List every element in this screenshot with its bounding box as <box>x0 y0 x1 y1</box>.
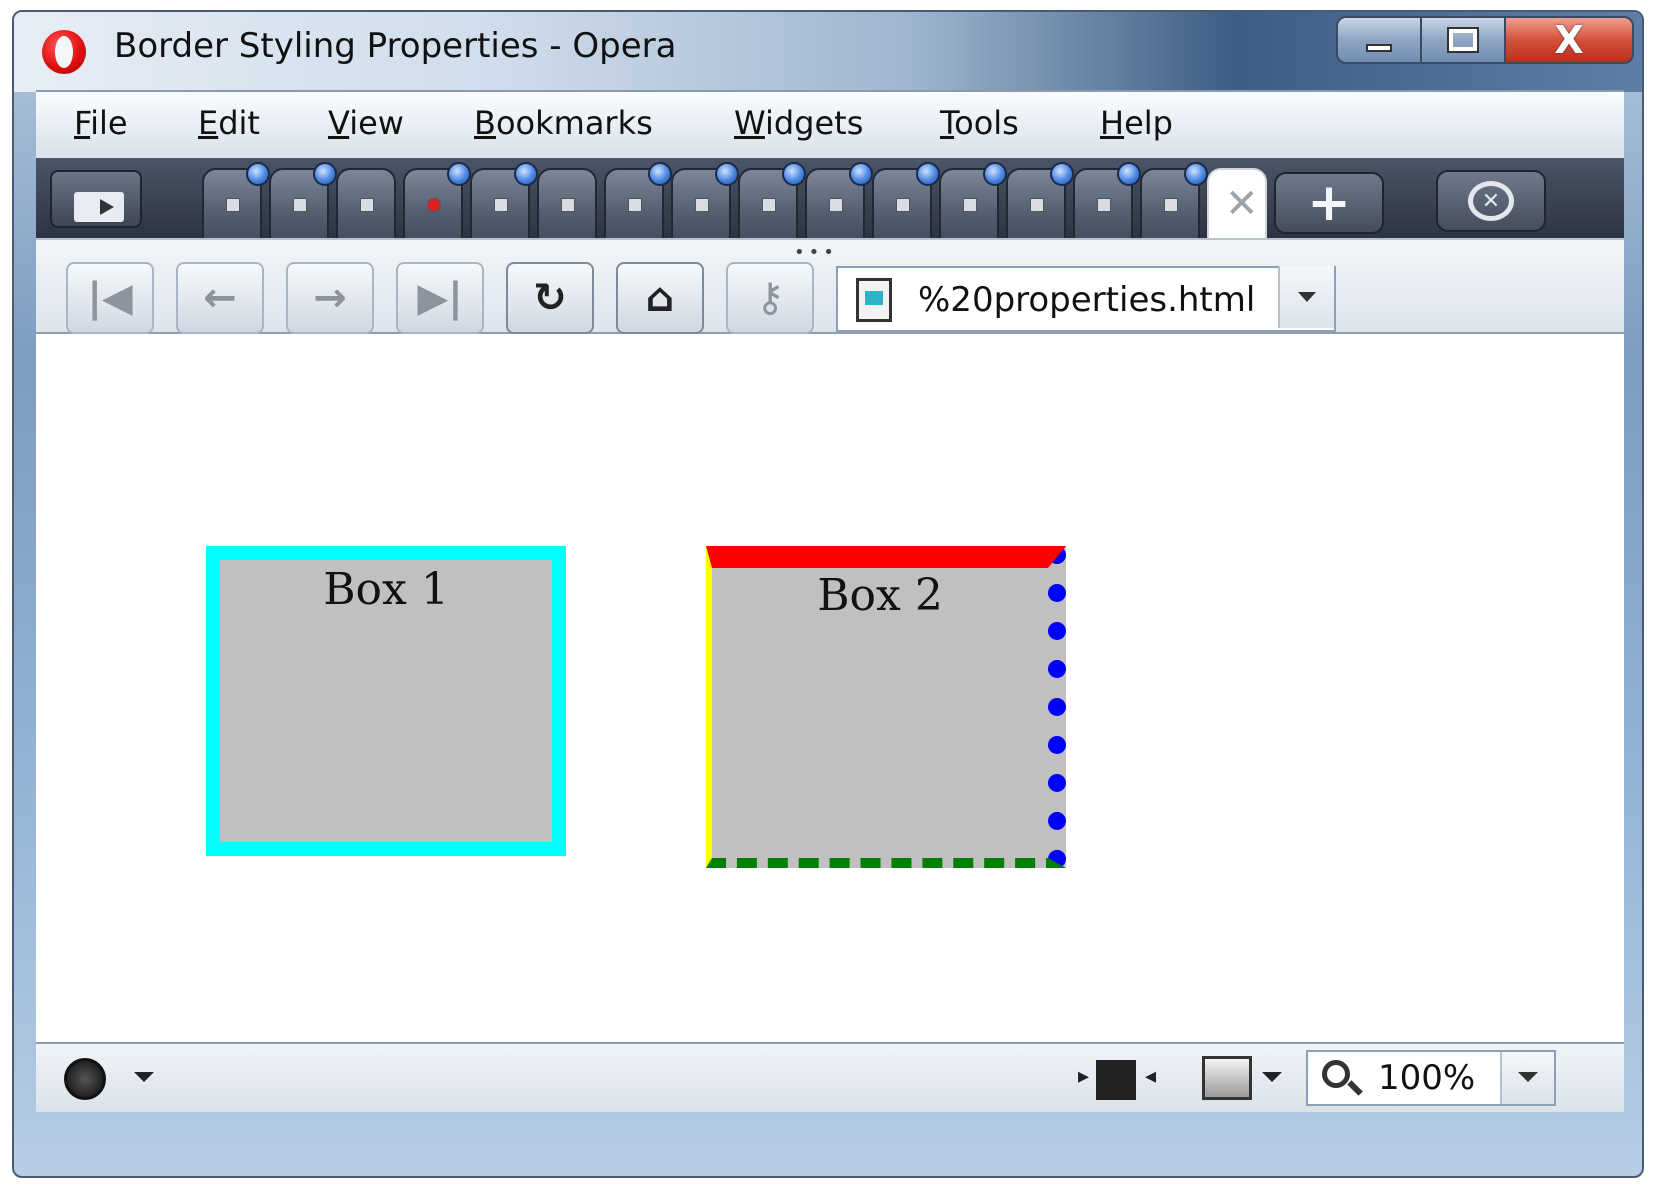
zoom-control[interactable]: 100% <box>1306 1050 1556 1106</box>
tab-3[interactable] <box>336 168 396 240</box>
page-content: Box 1 Box 2 <box>36 334 1624 1042</box>
tab-indicator-icon <box>1050 162 1074 186</box>
favicon-icon <box>1097 198 1111 212</box>
tab-13[interactable] <box>1006 162 1074 240</box>
tab-indicator-icon <box>246 162 270 186</box>
tab-9[interactable] <box>738 162 806 240</box>
menu-edit[interactable]: Edit <box>198 104 260 142</box>
menu-bar: File Edit View Bookmarks Widgets Tools H… <box>36 90 1624 158</box>
reload-button[interactable]: ↻ <box>506 262 594 334</box>
chevron-down-icon[interactable] <box>134 1072 154 1082</box>
image-icon[interactable] <box>1202 1056 1252 1100</box>
tab-indicator-icon <box>648 162 672 186</box>
tab-indicator-icon <box>447 162 471 186</box>
tab-close-icon[interactable]: ✕ <box>1225 184 1259 224</box>
tab-indicator-icon <box>782 162 806 186</box>
page-view-icon[interactable] <box>1078 1060 1156 1100</box>
favicon-icon <box>1030 198 1044 212</box>
forward-button[interactable]: → <box>286 262 374 334</box>
tab-indicator-icon <box>514 162 538 186</box>
favicon-icon <box>963 198 977 212</box>
window-title: Border Styling Properties - Opera <box>114 26 677 66</box>
tab-7[interactable] <box>604 162 672 240</box>
close-icon: X <box>1554 18 1584 62</box>
close-button[interactable]: X <box>1504 16 1634 64</box>
back-button[interactable]: ← <box>176 262 264 334</box>
tab-indicator-icon <box>313 162 337 186</box>
panel-toggle-button[interactable] <box>50 170 142 228</box>
menu-view[interactable]: View <box>328 104 404 142</box>
opera-logo-icon[interactable] <box>42 30 86 74</box>
tab-indicator-icon <box>715 162 739 186</box>
speed-dial-icon[interactable] <box>64 1058 106 1100</box>
zoom-dropdown-button[interactable] <box>1500 1052 1554 1104</box>
tab-12[interactable] <box>939 162 1007 240</box>
trash-icon: ✕ <box>1468 181 1514 221</box>
menu-widgets[interactable]: Widgets <box>734 104 863 142</box>
box-1: Box 1 <box>206 546 566 856</box>
new-tab-button[interactable]: + <box>1274 172 1384 234</box>
favicon-icon <box>360 198 374 212</box>
menu-tools[interactable]: Tools <box>940 104 1019 142</box>
tab-2[interactable] <box>269 162 337 240</box>
favicon-icon <box>226 198 240 212</box>
browser-window: Border Styling Properties - Opera X File… <box>12 10 1644 1178</box>
panel-icon <box>74 192 124 222</box>
favicon-icon <box>896 198 910 212</box>
favicon-icon <box>695 198 709 212</box>
wand-button[interactable]: ⚷ <box>726 262 814 334</box>
box-2: Box 2 <box>706 546 1066 868</box>
tab-14[interactable] <box>1073 162 1141 240</box>
favicon-icon <box>829 198 843 212</box>
menu-file[interactable]: File <box>74 104 128 142</box>
tab-indicator-icon <box>849 162 873 186</box>
favicon-icon <box>561 198 575 212</box>
tab-active[interactable]: ✕ <box>1207 168 1267 240</box>
tab-15[interactable] <box>1140 162 1208 240</box>
favicon-icon <box>293 198 307 212</box>
tab-1[interactable] <box>202 162 270 240</box>
address-bar[interactable]: %20properties.html <box>836 266 1336 332</box>
favicon-icon <box>628 198 642 212</box>
favicon-icon <box>762 198 776 212</box>
tab-10[interactable] <box>805 162 873 240</box>
fast-forward-button[interactable]: ▶| <box>396 262 484 334</box>
page-document-icon <box>856 278 892 322</box>
tab-bar-grip-icon[interactable]: ••• <box>794 244 838 262</box>
tab-bar: ✕ + ✕ <box>36 158 1624 240</box>
tab-6[interactable] <box>537 168 597 240</box>
tab-8[interactable] <box>671 162 739 240</box>
maximize-icon <box>1447 27 1479 53</box>
tab-indicator-icon <box>983 162 1007 186</box>
address-dropdown-button[interactable] <box>1278 266 1334 328</box>
closed-tabs-button[interactable]: ✕ <box>1436 170 1546 232</box>
tab-indicator-icon <box>916 162 940 186</box>
chevron-down-icon[interactable] <box>1262 1072 1282 1082</box>
rewind-button[interactable]: |◀ <box>66 262 154 334</box>
tab-11[interactable] <box>872 162 940 240</box>
menu-help[interactable]: Help <box>1100 104 1173 142</box>
menu-bookmarks[interactable]: Bookmarks <box>474 104 653 142</box>
maximize-button[interactable] <box>1420 16 1506 64</box>
tab-indicator-icon <box>1184 162 1208 186</box>
favicon-icon <box>494 198 508 212</box>
minimize-icon <box>1366 44 1392 52</box>
minimize-button[interactable] <box>1336 16 1422 64</box>
tab-4[interactable] <box>403 162 471 240</box>
home-button[interactable]: ⌂ <box>616 262 704 334</box>
tab-5[interactable] <box>470 162 538 240</box>
window-controls: X <box>1336 16 1634 64</box>
magnifier-icon <box>1322 1060 1350 1088</box>
favicon-icon <box>1164 198 1178 212</box>
tab-indicator-icon <box>1117 162 1141 186</box>
opera-favicon-icon <box>427 198 441 212</box>
title-bar: Border Styling Properties - Opera X <box>14 12 1642 92</box>
address-input[interactable]: %20properties.html <box>918 280 1255 320</box>
plus-icon: + <box>1307 173 1351 233</box>
status-bar: 100% <box>36 1042 1624 1112</box>
zoom-level: 100% <box>1378 1058 1476 1098</box>
